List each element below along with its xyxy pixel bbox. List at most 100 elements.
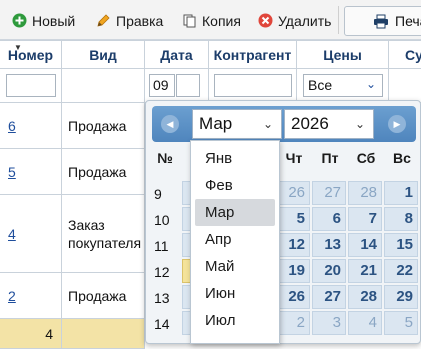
new-button[interactable]: Новый: [8, 7, 79, 34]
weekday-header-sun: Вс: [393, 150, 411, 166]
plus-icon: [12, 13, 27, 28]
week-number: 14: [154, 316, 170, 332]
copy-icon: [182, 13, 197, 28]
calendar-day[interactable]: 19: [276, 259, 310, 283]
chevron-down-icon: ⌄: [354, 117, 365, 131]
filter-cell-number: [0, 69, 62, 103]
delete-button-label: Удалить: [278, 12, 332, 29]
filter-cell-prices: Все ⌄: [297, 69, 389, 103]
calendar-day[interactable]: 14: [348, 233, 382, 257]
column-header-date[interactable]: Дата: [145, 40, 209, 69]
calendar-day[interactable]: 1: [384, 181, 418, 205]
row-number-cell: 6: [0, 103, 62, 149]
next-month-button[interactable]: ▶: [388, 115, 406, 133]
week-number: 9: [154, 186, 162, 202]
row-type-cell: Заказ покупателя: [62, 195, 145, 273]
calendar-day[interactable]: 7: [348, 207, 382, 231]
filter-cell-sum: [389, 69, 421, 103]
pencil-icon: [96, 13, 111, 28]
date-filter-day-input[interactable]: 09: [149, 74, 175, 97]
number-filter-input[interactable]: [6, 74, 56, 97]
counterparty-filter-input[interactable]: [214, 74, 292, 97]
prices-filter-value: Все: [308, 77, 333, 93]
calendar-day[interactable]: 4: [348, 311, 382, 335]
printer-icon: [373, 14, 388, 29]
row-number-cell: 5: [0, 149, 62, 195]
month-option[interactable]: Июл: [195, 307, 275, 334]
column-header-sum[interactable]: Су: [389, 40, 421, 69]
calendar-day[interactable]: 28: [348, 285, 382, 309]
date-picker-popup: ◀ Мар ⌄ 2026 ⌄ ▶ № Чт Пт Сб Вс 9 10 11 1…: [145, 100, 421, 344]
edit-button-label: Правка: [116, 12, 164, 29]
calendar-day[interactable]: 29: [384, 285, 418, 309]
calendar-day[interactable]: 12: [276, 233, 310, 257]
row-type-cell: Продажа: [62, 103, 145, 149]
copy-button[interactable]: Копия: [178, 7, 245, 34]
copy-button-label: Копия: [202, 12, 241, 29]
month-option[interactable]: Июн: [195, 280, 275, 307]
weekday-header-sat: Сб: [356, 150, 376, 166]
calendar-day[interactable]: 26: [276, 285, 310, 309]
month-dropdown-list: Янв Фев Мар Апр Май Июн Июл: [190, 140, 280, 344]
calendar-day[interactable]: 27: [312, 181, 346, 205]
filter-cell-counterparty: [209, 69, 297, 103]
calendar-day[interactable]: 20: [312, 259, 346, 283]
weekday-header-fri: Пт: [321, 150, 339, 166]
new-button-label: Новый: [32, 12, 76, 29]
row-type-cell: Продажа: [62, 149, 145, 195]
week-number: 12: [154, 264, 170, 280]
week-number: 13: [154, 290, 170, 306]
month-select[interactable]: Мар ⌄: [192, 109, 282, 139]
month-option-selected[interactable]: Мар: [195, 199, 275, 226]
document-number-link[interactable]: 6: [8, 118, 16, 134]
calendar-day[interactable]: 15: [384, 233, 418, 257]
delete-button[interactable]: Удалить: [254, 7, 335, 34]
month-option[interactable]: Фев: [195, 172, 275, 199]
toolbar: Новый Правка Копия Удалить Печа: [0, 0, 421, 40]
sort-arrow-icon: ▼: [14, 43, 22, 52]
week-number: 10: [154, 212, 170, 228]
chevron-down-icon: ⌄: [262, 117, 273, 131]
delete-icon: [258, 13, 273, 28]
print-button[interactable]: Печа: [344, 6, 421, 36]
filter-cell-date: 09: [145, 69, 209, 103]
document-number-link[interactable]: 2: [8, 288, 16, 304]
calendar-day[interactable]: 26: [276, 181, 310, 205]
month-option[interactable]: Апр: [195, 226, 275, 253]
filter-cell-type: [62, 69, 145, 103]
total-row-type-cell: [62, 319, 145, 349]
edit-button[interactable]: Правка: [92, 7, 167, 34]
print-button-label: Печа: [395, 13, 421, 29]
weekday-header-thu: Чт: [285, 150, 303, 166]
calendar-day[interactable]: 2: [276, 311, 310, 335]
calendar-day[interactable]: 28: [348, 181, 382, 205]
calendar-day[interactable]: 27: [312, 285, 346, 309]
calendar-day[interactable]: 3: [312, 311, 346, 335]
calendar-header: ◀ Мар ⌄ 2026 ⌄ ▶: [152, 106, 416, 142]
column-header-prices[interactable]: Цены: [297, 40, 389, 69]
row-number-cell: 2: [0, 273, 62, 319]
calendar-day[interactable]: 5: [384, 311, 418, 335]
month-option[interactable]: Май: [195, 253, 275, 280]
document-number-link[interactable]: 5: [8, 164, 16, 180]
calendar-day[interactable]: 6: [312, 207, 346, 231]
column-header-type[interactable]: Вид: [62, 40, 145, 69]
year-select[interactable]: 2026 ⌄: [284, 109, 374, 139]
row-number-cell: 4: [0, 195, 62, 273]
date-filter-month-input[interactable]: [176, 74, 200, 97]
month-select-value: Мар: [199, 114, 233, 133]
calendar-day[interactable]: 13: [312, 233, 346, 257]
column-header-counterparty[interactable]: Контрагент: [209, 40, 297, 69]
week-number-header: №: [157, 150, 173, 166]
document-number-link[interactable]: 4: [8, 226, 16, 242]
prev-month-button[interactable]: ◀: [161, 115, 179, 133]
month-option[interactable]: Янв: [195, 145, 275, 172]
column-header-number[interactable]: ▼ Номер: [0, 40, 62, 69]
calendar-day[interactable]: 21: [348, 259, 382, 283]
prices-filter-select[interactable]: Все ⌄: [303, 74, 383, 97]
calendar-day[interactable]: 22: [384, 259, 418, 283]
week-number: 11: [154, 238, 169, 254]
row-type-cell: Продажа: [62, 273, 145, 319]
calendar-day[interactable]: 5: [276, 207, 310, 231]
calendar-day[interactable]: 8: [384, 207, 418, 231]
